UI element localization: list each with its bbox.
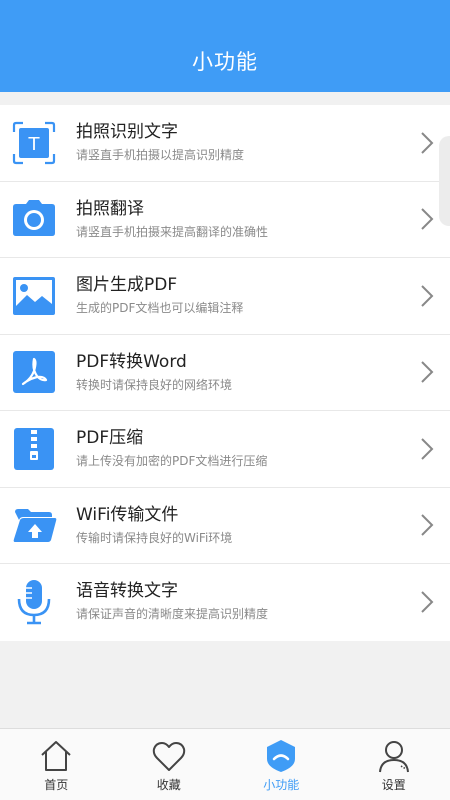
feature-description: 请竖直手机拍摄来提高翻译的准确性 bbox=[76, 224, 269, 239]
feature-title: 语音转换文字 bbox=[76, 581, 178, 601]
chevron-right-icon bbox=[420, 131, 434, 155]
feature-item-photo-translate[interactable]: 拍照翻译 请竖直手机拍摄来提高翻译的准确性 bbox=[0, 182, 450, 258]
tab-home[interactable]: 首页 bbox=[0, 729, 113, 800]
svg-text:T: T bbox=[28, 134, 41, 155]
home-icon bbox=[39, 739, 73, 773]
tab-label: 小功能 bbox=[263, 778, 300, 792]
feature-item-wifi-transfer[interactable]: WiFi传输文件 传输时请保持良好的WiFi环境 bbox=[0, 488, 450, 564]
feature-title: WiFi传输文件 bbox=[76, 504, 179, 525]
microphone-icon bbox=[11, 579, 57, 625]
feature-item-pdf-compress[interactable]: PDF压缩 请上传没有加密的PDF文档进行压缩 bbox=[0, 411, 450, 488]
chevron-right-icon bbox=[420, 437, 434, 461]
feature-item-speech-to-text[interactable]: 语音转换文字 请保证声音的清晰度来提高识别精度 bbox=[0, 564, 450, 641]
camera-icon bbox=[11, 196, 57, 242]
feature-description: 请保证声音的清晰度来提高识别精度 bbox=[76, 607, 269, 621]
feature-description: 请竖直手机拍摄以提高识别精度 bbox=[76, 148, 245, 162]
chevron-right-icon bbox=[420, 284, 434, 308]
feature-title: 拍照翻译 bbox=[76, 198, 144, 219]
feature-title: PDF转换Word bbox=[76, 351, 187, 372]
feature-title: 图片生成PDF bbox=[76, 275, 178, 295]
feature-item-image-to-pdf[interactable]: 图片生成PDF 生成的PDF文档也可以编辑注释 bbox=[0, 258, 450, 335]
tab-settings[interactable]: 设置 bbox=[338, 729, 450, 800]
pdf-icon bbox=[11, 349, 57, 395]
tab-label: 收藏 bbox=[156, 778, 181, 792]
page-title: 小功能 bbox=[192, 50, 258, 74]
top-app-bar: 小功能 bbox=[0, 0, 450, 92]
feature-item-ocr[interactable]: T 拍照识别文字 请竖直手机拍摄以提高识别精度 bbox=[0, 105, 450, 182]
shield-icon bbox=[264, 739, 298, 773]
feature-item-pdf-to-word[interactable]: PDF转换Word 转换时请保持良好的网络环境 bbox=[0, 335, 450, 411]
chevron-right-icon bbox=[420, 207, 434, 231]
feature-description: 生成的PDF文档也可以编辑注释 bbox=[76, 301, 244, 315]
chevron-right-icon bbox=[420, 513, 434, 537]
feature-description: 转换时请保持良好的网络环境 bbox=[76, 377, 233, 392]
feature-list: T 拍照识别文字 请竖直手机拍摄以提高识别精度 拍照翻译 请竖直手机拍摄来提高翻… bbox=[0, 105, 450, 641]
tab-label: 设置 bbox=[381, 778, 406, 792]
feature-description: 传输时请保持良好的WiFi环境 bbox=[76, 530, 233, 545]
tab-tools[interactable]: 小功能 bbox=[225, 729, 338, 800]
zip-icon bbox=[11, 426, 57, 472]
folder-upload-icon bbox=[11, 502, 57, 548]
person-icon bbox=[377, 739, 411, 773]
feature-description: 请上传没有加密的PDF文档进行压缩 bbox=[76, 454, 268, 468]
feature-title: 拍照识别文字 bbox=[76, 122, 178, 142]
text-scan-icon: T bbox=[11, 120, 57, 166]
floating-edge-handle[interactable] bbox=[439, 136, 450, 226]
tab-favorites[interactable]: 收藏 bbox=[113, 729, 226, 800]
feature-title: PDF压缩 bbox=[76, 428, 144, 448]
tab-label: 首页 bbox=[44, 778, 69, 792]
heart-icon bbox=[152, 739, 186, 773]
chevron-right-icon bbox=[420, 590, 434, 614]
chevron-right-icon bbox=[420, 360, 434, 384]
bottom-tab-bar: 首页 收藏 小功能 设置 bbox=[0, 728, 450, 800]
image-icon bbox=[11, 273, 57, 319]
